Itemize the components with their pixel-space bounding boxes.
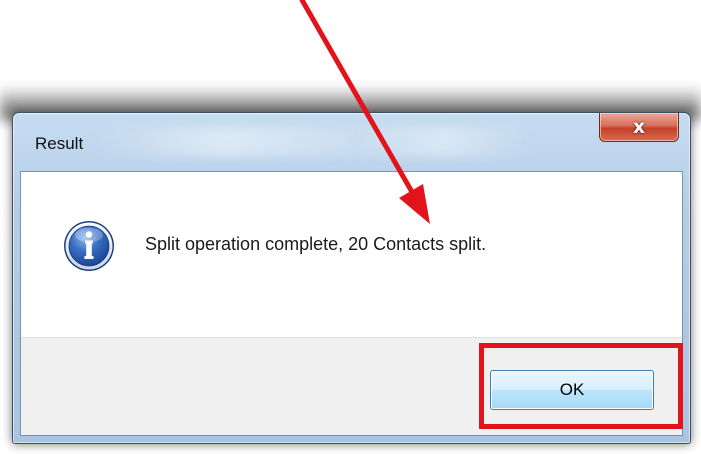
dialog-title: Result	[35, 134, 84, 153]
information-icon	[64, 221, 114, 271]
message-area: Split operation complete, 20 Contacts sp…	[21, 172, 682, 337]
ok-highlight-annotation	[479, 343, 683, 429]
close-button[interactable]: x	[599, 113, 679, 142]
result-message: Split operation complete, 20 Contacts sp…	[145, 234, 487, 254]
close-icon: x	[632, 116, 646, 138]
